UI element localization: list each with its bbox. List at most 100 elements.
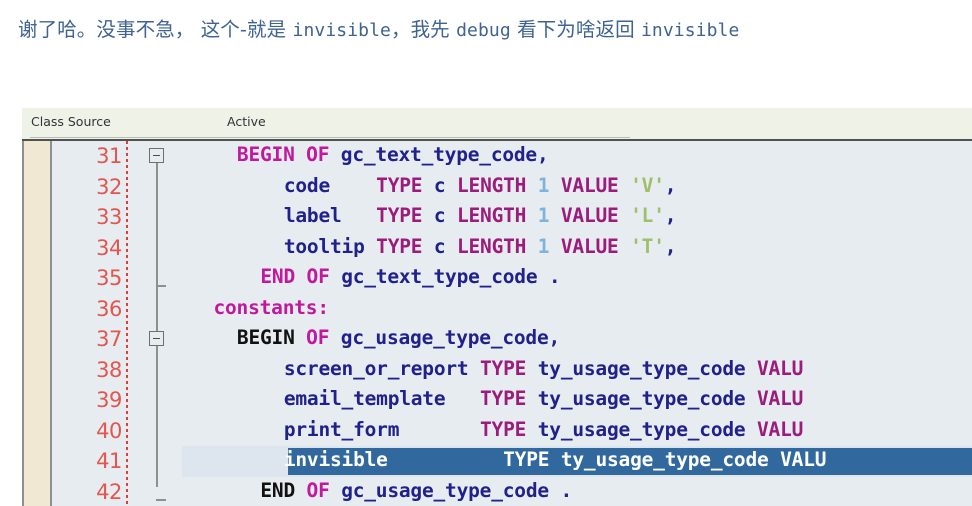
token-kw2: VALU — [757, 356, 804, 380]
token-id: invisible — [283, 448, 388, 471]
token-kw2: VALUE — [560, 234, 619, 258]
token-kw: OF — [306, 478, 330, 502]
token-kw2: TYPE — [480, 356, 527, 380]
line-number: 38 — [96, 357, 122, 382]
token-punct: , — [664, 204, 677, 227]
line-number: 42 — [96, 479, 122, 504]
code-line-text: constants: — [190, 296, 972, 319]
code-line[interactable]: 35 END OF gc_text_type_code . — [22, 263, 972, 294]
token-id: print_form — [283, 417, 400, 441]
code-line-text: invisible TYPE ty_usage_type_code VALU — [190, 448, 972, 471]
token-str: 'V' — [630, 173, 665, 197]
token-id: gc_usage_type_code — [340, 326, 549, 349]
class-source-editor-window: Class Source Active 31 BEGIN OF gc_text_t… — [22, 108, 972, 506]
active-version-label: Active — [227, 114, 266, 129]
code-line[interactable]: 38 screen_or_report TYPE ty_usage_type_co… — [22, 355, 972, 386]
line-number: 37 — [96, 327, 122, 351]
token-num: 1 — [537, 173, 550, 197]
code-line-text: END OF gc_text_type_code . — [190, 265, 972, 288]
code-line-text: END OF gc_usage_type_code . — [190, 479, 972, 502]
token-kw2: TYPE — [503, 448, 550, 471]
token-id: c — [433, 204, 446, 227]
code-lines-container[interactable]: 31 BEGIN OF gc_text_type_code, 32 code TYPE… — [22, 141, 972, 506]
token-num: 1 — [537, 234, 550, 258]
token-kw2: VALU — [780, 448, 827, 471]
code-line[interactable]: 32 code TYPE c LENGTH 1 VALUE 'V', — [22, 172, 972, 203]
token-punct: , — [536, 143, 549, 166]
code-line[interactable]: 34 tooltip TYPE c LENGTH 1 VALUE 'T', — [22, 233, 972, 264]
token-kw2: LENGTH — [456, 234, 527, 258]
code-line-text: email_template TYPE ty_usage_type_code V… — [190, 387, 972, 410]
chat-text-run-4: 看下为啥返回 — [510, 18, 641, 41]
editor-header-bar: Class Source Active — [22, 108, 972, 139]
token-id: email_template — [283, 387, 446, 410]
token-id: ty_usage_type_code — [537, 356, 746, 380]
code-line[interactable]: 37 BEGIN OF gc_usage_type_code, — [22, 324, 972, 355]
code-line[interactable]: 39 email_template TYPE ty_usage_type_code… — [22, 385, 972, 416]
code-line-text: BEGIN OF gc_usage_type_code, — [190, 326, 972, 349]
chat-text-run-2: ，我先 — [390, 18, 457, 41]
token-id: gc_text_type_code — [340, 143, 537, 166]
code-line[interactable]: 33 label TYPE c LENGTH 1 VALUE 'L', — [22, 202, 972, 233]
code-line[interactable]: 36 constants: — [22, 294, 972, 325]
token-kw2: VALUE — [560, 204, 619, 227]
code-line[interactable]: 42 END OF gc_usage_type_code . — [22, 477, 972, 506]
token-dark: END — [260, 478, 295, 502]
code-editor-area[interactable]: 31 BEGIN OF gc_text_type_code, 32 code TYPE… — [22, 139, 972, 506]
token-id: tooltip — [283, 234, 365, 258]
token-punct: , — [664, 173, 677, 197]
chat-text-run-5: invisible — [640, 20, 740, 41]
code-line-selected[interactable]: 41 invisible TYPE ty_usage_type_code VALU — [22, 446, 972, 477]
code-line-text: code TYPE c LENGTH 1 VALUE 'V', — [190, 174, 972, 197]
token-id: screen_or_report — [283, 356, 469, 380]
line-number: 35 — [96, 266, 122, 290]
chat-text-run-1: invisible — [292, 20, 391, 41]
line-number: 40 — [96, 418, 122, 443]
header-divider — [30, 137, 630, 138]
line-number: 33 — [96, 205, 122, 229]
code-line[interactable]: 31 BEGIN OF gc_text_type_code, — [22, 141, 972, 172]
code-line[interactable]: 40 print_form TYPE ty_usage_type_code VAL… — [22, 416, 972, 447]
code-line-text: screen_or_report TYPE ty_usage_type_code… — [190, 357, 972, 380]
token-kw2: VALU — [757, 417, 804, 441]
line-number: 39 — [96, 388, 122, 412]
token-kw2: VALUE — [560, 173, 619, 197]
token-id: ty_usage_type_code — [560, 448, 769, 471]
token-str: 'T' — [630, 234, 665, 258]
line-number: 31 — [96, 144, 122, 168]
token-id: ty_usage_type_code — [537, 417, 746, 441]
token-kw: OF — [306, 265, 330, 288]
token-kw: OF — [306, 326, 330, 349]
token-num: 1 — [537, 204, 550, 227]
token-kw: END — [260, 265, 295, 288]
token-kw2: LENGTH — [456, 204, 527, 227]
code-line-text: BEGIN OF gc_text_type_code, — [190, 143, 972, 166]
token-punct: , — [664, 234, 677, 258]
token-id: c — [433, 173, 446, 197]
